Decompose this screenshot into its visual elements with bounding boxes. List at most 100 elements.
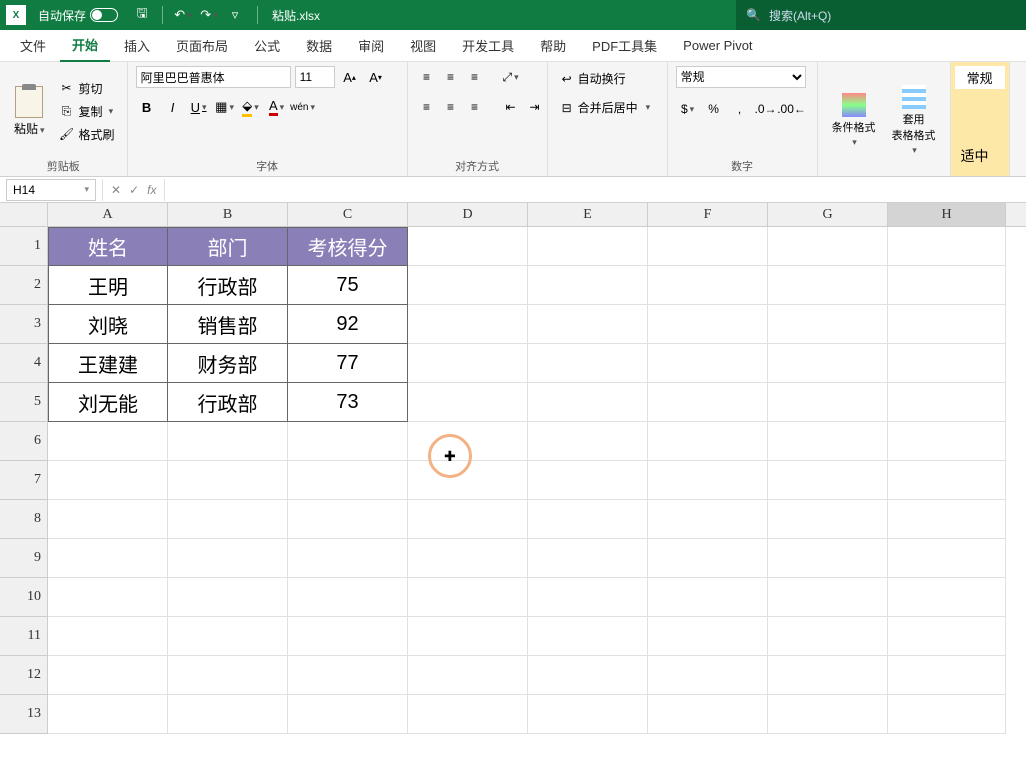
cell[interactable] [288,578,408,617]
cell[interactable] [648,383,768,422]
cell[interactable] [768,578,888,617]
increase-font-button[interactable]: A▴ [339,66,361,88]
select-all-corner[interactable] [0,203,48,226]
tab-page-layout[interactable]: 页面布局 [164,30,240,61]
table-cell[interactable]: 92 [288,305,408,344]
row-header-8[interactable]: 8 [0,500,47,539]
table-header[interactable]: 部门 [168,227,288,266]
cell[interactable] [168,695,288,734]
cell[interactable] [528,656,648,695]
phonetic-button[interactable]: wén [292,96,314,118]
cell[interactable] [528,305,648,344]
border-button[interactable]: ▦ [214,96,236,118]
name-box[interactable]: H14 ▾ [6,179,96,201]
percent-button[interactable]: % [702,98,726,120]
cell[interactable] [168,500,288,539]
cell[interactable] [888,344,1006,383]
table-cell[interactable]: 行政部 [168,266,288,305]
row-header-2[interactable]: 2 [0,266,47,305]
cell[interactable] [648,422,768,461]
comma-button[interactable]: , [728,98,752,120]
cell[interactable] [528,695,648,734]
orientation-button[interactable]: ⤢ [500,66,522,88]
cell[interactable] [888,227,1006,266]
redo-button[interactable]: ↷ [199,5,219,25]
cell[interactable] [768,266,888,305]
cell[interactable] [48,695,168,734]
cell[interactable] [888,617,1006,656]
tab-formulas[interactable]: 公式 [242,30,292,61]
font-size-select[interactable] [295,66,335,88]
row-header-13[interactable]: 13 [0,695,47,734]
cell[interactable] [408,500,528,539]
cell[interactable] [648,656,768,695]
cell[interactable] [528,344,648,383]
autosave-toggle[interactable]: 自动保存 [32,7,124,24]
row-header-1[interactable]: 1 [0,227,47,266]
cell[interactable] [288,617,408,656]
col-header-E[interactable]: E [528,203,648,226]
align-left-button[interactable]: ≡ [416,96,438,118]
tab-pdf-tools[interactable]: PDF工具集 [580,30,669,61]
cell[interactable] [768,695,888,734]
cell[interactable] [48,617,168,656]
cell[interactable] [408,305,528,344]
decrease-indent-button[interactable]: ⇤ [500,96,522,118]
paste-button[interactable]: 粘贴 [8,82,51,141]
bold-button[interactable]: B [136,96,158,118]
cell[interactable] [408,227,528,266]
cell[interactable] [888,656,1006,695]
cell[interactable] [168,539,288,578]
align-top-button[interactable]: ≡ [416,66,438,88]
table-cell[interactable]: 王明 [48,266,168,305]
cell[interactable] [648,539,768,578]
cell[interactable] [888,383,1006,422]
tab-data[interactable]: 数据 [294,30,344,61]
cell[interactable] [408,344,528,383]
cell[interactable] [408,539,528,578]
tab-help[interactable]: 帮助 [528,30,578,61]
underline-button[interactable]: U [188,96,210,118]
align-right-button[interactable]: ≡ [464,96,486,118]
cell[interactable] [888,422,1006,461]
col-header-C[interactable]: C [288,203,408,226]
row-header-9[interactable]: 9 [0,539,47,578]
row-header-10[interactable]: 10 [0,578,47,617]
cell[interactable] [168,461,288,500]
style-normal[interactable]: 常规 [955,66,1005,89]
cell[interactable] [288,461,408,500]
wrap-text-button[interactable]: ↩自动换行 [556,66,632,91]
font-color-button[interactable]: A [266,96,288,118]
italic-button[interactable]: I [162,96,184,118]
increase-decimal-button[interactable]: .0→ [754,98,778,120]
table-format-button[interactable]: 套用 表格格式 [886,81,942,160]
cell[interactable] [408,578,528,617]
cell[interactable] [168,656,288,695]
table-header[interactable]: 考核得分 [288,227,408,266]
cell[interactable] [888,305,1006,344]
cell[interactable] [528,461,648,500]
cell[interactable] [528,383,648,422]
cell[interactable] [48,539,168,578]
row-header-6[interactable]: 6 [0,422,47,461]
cell[interactable] [768,500,888,539]
table-cell[interactable]: 王建建 [48,344,168,383]
table-header[interactable]: 姓名 [48,227,168,266]
cell[interactable] [528,617,648,656]
cell[interactable] [768,617,888,656]
tab-power-pivot[interactable]: Power Pivot [671,32,764,59]
cell[interactable] [888,695,1006,734]
row-header-11[interactable]: 11 [0,617,47,656]
cell[interactable] [408,461,528,500]
align-center-button[interactable]: ≡ [440,96,462,118]
font-name-select[interactable] [136,66,291,88]
cell[interactable] [288,539,408,578]
table-cell[interactable]: 75 [288,266,408,305]
cell[interactable] [648,617,768,656]
cell[interactable] [888,578,1006,617]
cell[interactable] [408,695,528,734]
cell[interactable] [408,383,528,422]
cell[interactable] [768,539,888,578]
cell[interactable] [528,422,648,461]
spreadsheet-grid[interactable]: ABCDEFGH 12345678910111213 姓名部门考核得分王明行政部… [0,203,1026,734]
